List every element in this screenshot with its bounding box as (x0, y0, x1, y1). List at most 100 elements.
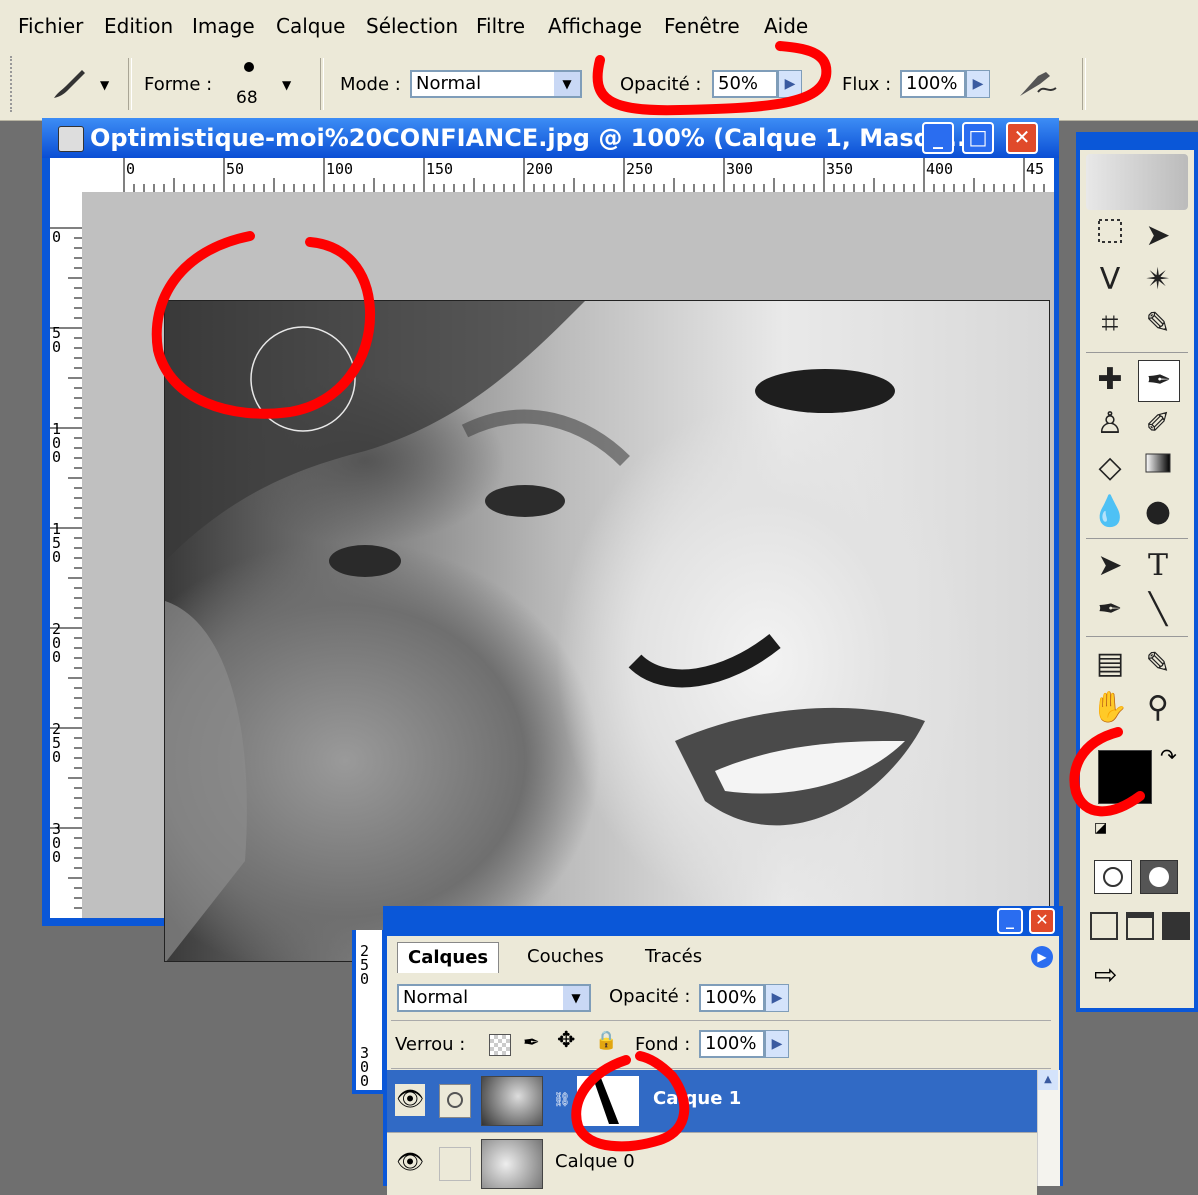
lock-all-icon[interactable]: 🔒 (595, 1030, 617, 1051)
panel-menu-icon[interactable]: ▶ (1031, 946, 1053, 968)
brush-icon[interactable]: ✒ (1138, 360, 1180, 402)
jump-to-imageready-icon[interactable]: ⇨ (1094, 958, 1117, 991)
lock-label: Verrou : (395, 1034, 466, 1055)
lock-position-icon[interactable]: ✥ (557, 1028, 575, 1053)
history-brush-icon[interactable]: ✐ (1138, 404, 1178, 444)
notes-icon[interactable]: ▤ (1090, 644, 1130, 684)
menu-calque[interactable]: Calque (276, 14, 345, 38)
layer-name[interactable]: Calque 1 (653, 1088, 741, 1109)
layer-opacity-arrow-icon[interactable]: ▶ (765, 984, 789, 1012)
type-icon[interactable]: T (1138, 546, 1178, 586)
flux-input[interactable]: 100% (900, 70, 966, 98)
move-icon[interactable]: ➤ (1138, 216, 1178, 256)
screen-mode-full-icon[interactable] (1162, 912, 1190, 940)
layer-opacity-label: Opacité : (609, 986, 691, 1007)
layer-thumbnail[interactable] (481, 1076, 543, 1126)
layers-minimize-button[interactable]: _ (997, 908, 1023, 934)
layer-name[interactable]: Calque 0 (555, 1151, 635, 1172)
maximize-button[interactable]: □ (962, 122, 994, 154)
menu-filtre[interactable]: Filtre (476, 14, 525, 38)
layer-mask-thumbnail[interactable] (577, 1076, 639, 1126)
layer-opacity-input[interactable]: 100% (699, 984, 765, 1012)
layer-thumbnail[interactable] (481, 1139, 543, 1189)
menu-selection[interactable]: Sélection (366, 14, 458, 38)
tab-couches[interactable]: Couches (517, 942, 614, 972)
default-colors-icon[interactable]: ◪ (1094, 820, 1107, 836)
healing-icon[interactable]: ✚ (1090, 360, 1130, 400)
marquee-icon[interactable] (1090, 216, 1130, 256)
document-window: Optimistique-moi%20CONFIANCE.jpg @ 100% … (42, 118, 1059, 962)
crop-icon[interactable]: ⌗ (1090, 304, 1130, 344)
canvas-area[interactable] (82, 192, 1054, 962)
tab-calques[interactable]: Calques (397, 942, 500, 973)
lock-transparency-icon[interactable] (489, 1034, 511, 1056)
layer-link-cell[interactable] (439, 1147, 471, 1181)
ruler-left-label: 300 (52, 820, 62, 866)
menu-fichier[interactable]: Fichier (18, 14, 83, 38)
document-titlebar[interactable]: Optimistique-moi%20CONFIANCE.jpg @ 100% … (42, 118, 1059, 158)
opacity-slider-arrow-icon[interactable]: ▶ (778, 70, 802, 98)
document-icon (58, 126, 84, 152)
eraser-icon[interactable]: ◇ (1090, 448, 1130, 488)
grip-handle[interactable] (10, 56, 16, 112)
brush-picker-chevron-icon[interactable]: ▼ (282, 78, 291, 92)
ruler-top-label: 45 (1026, 160, 1045, 178)
screen-mode-menubar-icon[interactable] (1126, 912, 1154, 940)
chain-link-icon[interactable]: ⛓ (553, 1092, 571, 1108)
ruler-left-label: 300 (360, 1044, 370, 1090)
lasso-icon[interactable]: ᐯ (1090, 260, 1130, 300)
close-button[interactable]: ✕ (1006, 122, 1038, 154)
layers-close-button[interactable]: ✕ (1029, 908, 1055, 934)
adobe-online-logo[interactable] (1086, 154, 1188, 210)
pen-icon[interactable]: ✒ (1090, 590, 1130, 630)
minimize-button[interactable]: _ (922, 122, 954, 154)
quickmask-mode-icon[interactable] (1140, 860, 1178, 894)
foreground-color-swatch[interactable] (1098, 750, 1152, 804)
magic-wand-icon[interactable]: ✴ (1138, 260, 1178, 300)
mode-dropdown-icon[interactable]: ▼ (554, 72, 580, 96)
layers-scrollbar[interactable]: ▲ (1037, 1070, 1060, 1186)
fill-input[interactable]: 100% (699, 1030, 765, 1058)
menu-aide[interactable]: Aide (764, 14, 808, 38)
visibility-eye-icon[interactable]: 👁 (395, 1084, 425, 1116)
stamp-icon[interactable]: ♙ (1090, 404, 1130, 444)
lock-pixels-icon[interactable]: ✒ (523, 1030, 540, 1054)
ruler-top-label: 350 (826, 160, 854, 178)
blur-icon[interactable]: 💧 (1090, 492, 1130, 532)
ruler-left-label: 50 (52, 324, 62, 356)
fill-value: 100% (705, 1033, 757, 1054)
ruler-left-label: 150 (52, 520, 62, 566)
forme-label: Forme : (144, 74, 213, 95)
opacity-input[interactable]: 50% (712, 70, 778, 98)
swap-colors-icon[interactable]: ↷ (1160, 744, 1177, 768)
gradient-icon[interactable] (1138, 448, 1178, 488)
standard-mode-icon[interactable] (1094, 860, 1132, 894)
airbrush-icon[interactable] (1016, 66, 1060, 102)
hand-icon[interactable]: ✋ (1090, 688, 1130, 728)
eyedropper-icon[interactable]: ✎ (1138, 644, 1178, 684)
tool-preset-chevron-icon[interactable]: ▼ (100, 78, 109, 92)
mode-label: Mode : (340, 74, 401, 95)
layer-row-calque-1[interactable]: 👁 ⛓ Calque 1 (387, 1070, 1037, 1132)
screen-mode-standard-icon[interactable] (1090, 912, 1118, 940)
zoom-icon[interactable]: ⚲ (1138, 688, 1178, 728)
menu-edition[interactable]: Edition (104, 14, 173, 38)
photo-canvas[interactable] (164, 300, 1050, 962)
tab-traces[interactable]: Tracés (635, 942, 712, 972)
layer-blend-select[interactable]: Normal ▼ (397, 984, 591, 1012)
visibility-eye-icon[interactable]: 👁 (395, 1147, 425, 1179)
flux-slider-arrow-icon[interactable]: ▶ (966, 70, 990, 98)
menu-affichage[interactable]: Affichage (548, 14, 642, 38)
path-select-icon[interactable]: ➤ (1090, 546, 1130, 586)
brush-tip-icon[interactable] (244, 62, 254, 72)
menu-image[interactable]: Image (192, 14, 255, 38)
blend-dropdown-icon[interactable]: ▼ (563, 986, 589, 1010)
menu-fenetre[interactable]: Fenêtre (664, 14, 740, 38)
line-icon[interactable]: ╲ (1138, 590, 1178, 630)
brush-icon[interactable] (48, 66, 88, 102)
dodge-icon[interactable]: ● (1138, 492, 1178, 532)
layer-mask-link-icon[interactable] (439, 1084, 471, 1118)
slice-icon[interactable]: ✎ (1138, 304, 1178, 344)
fill-arrow-icon[interactable]: ▶ (765, 1030, 789, 1058)
mode-select[interactable]: Normal ▼ (410, 70, 582, 98)
